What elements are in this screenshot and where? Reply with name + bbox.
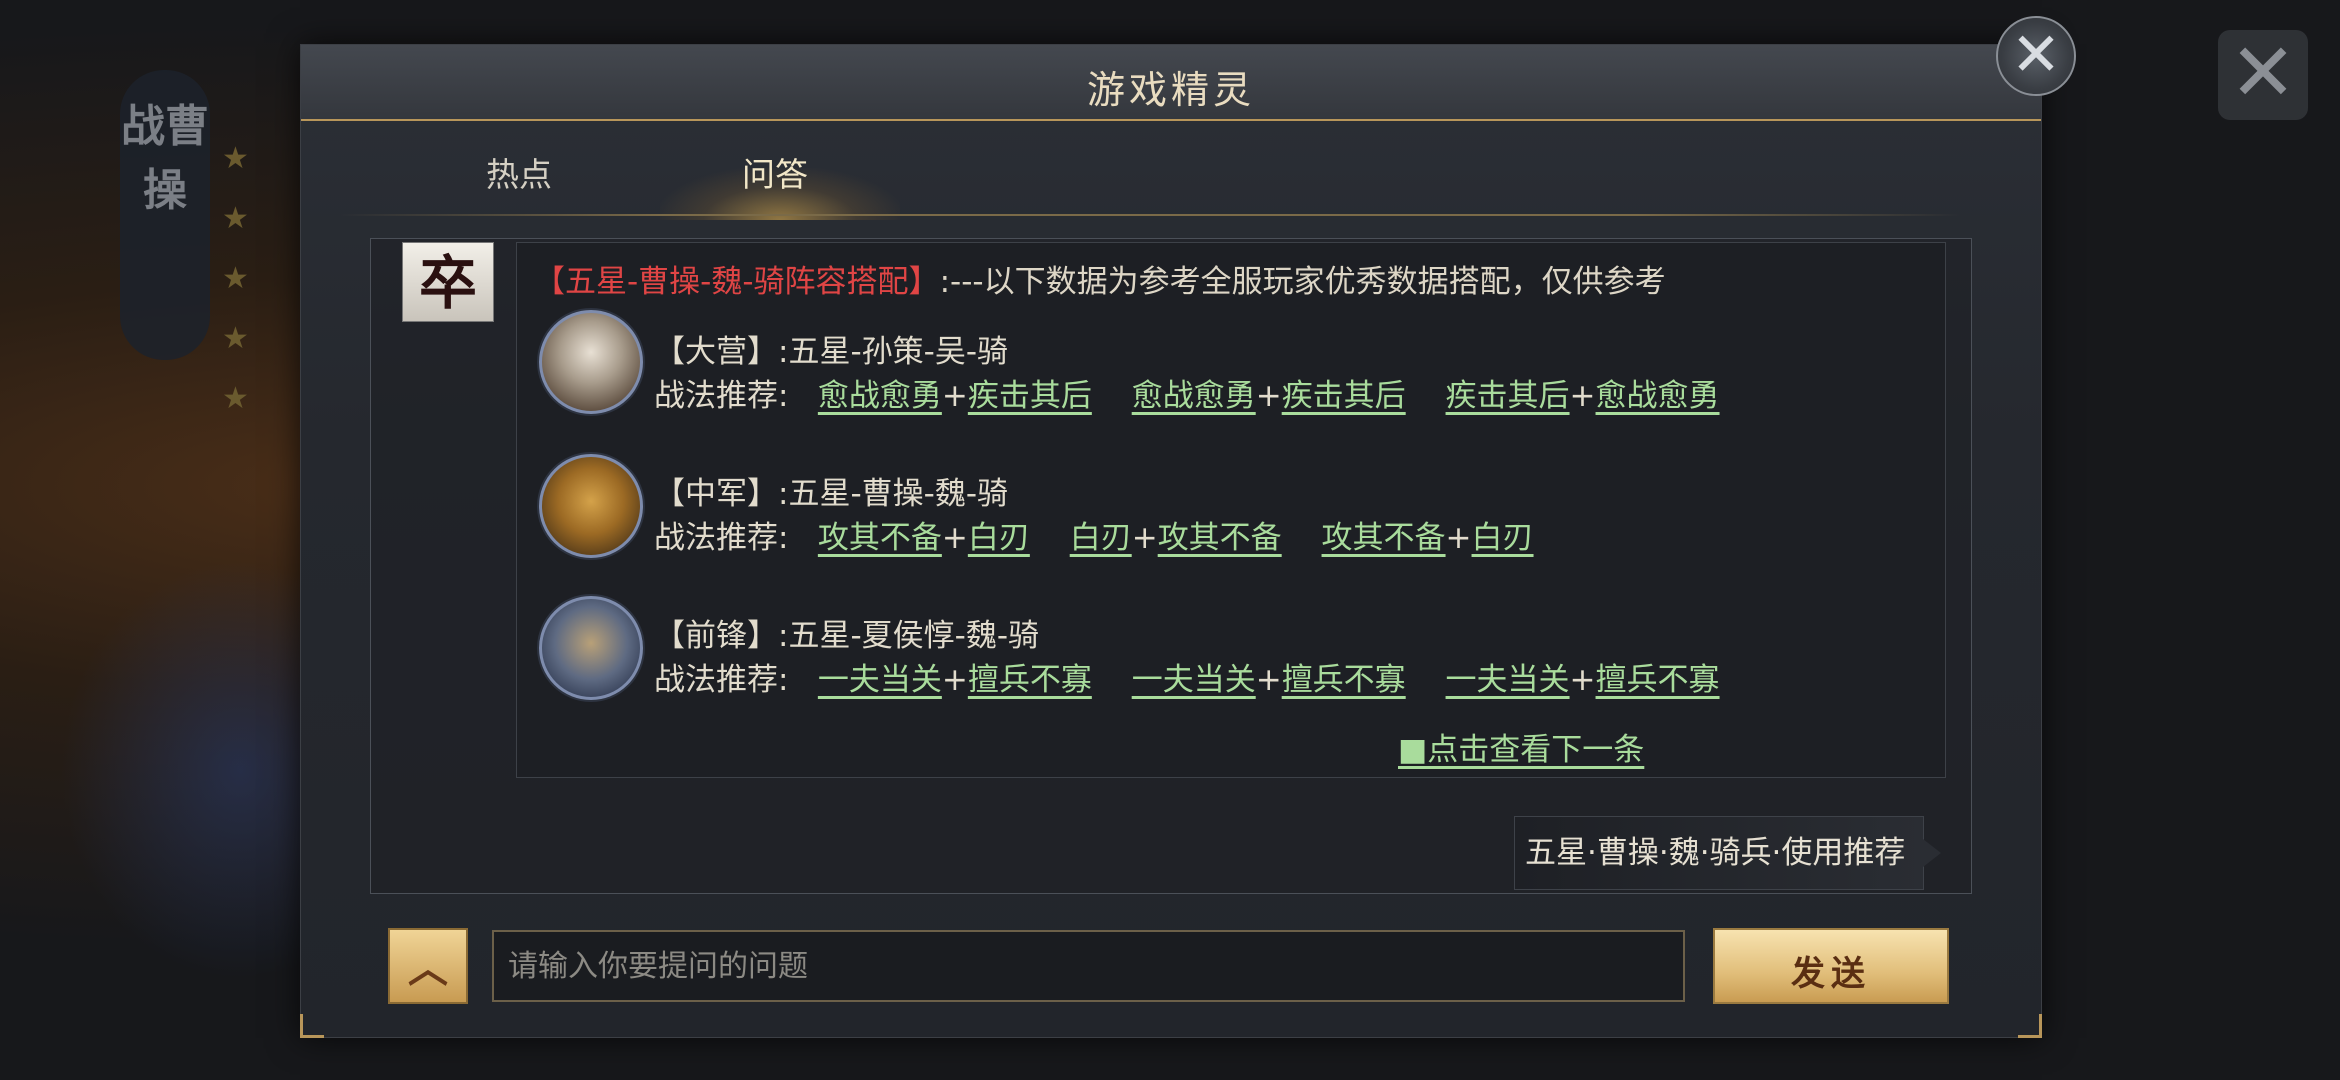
tactic-link[interactable]: 攻其不备 [1158, 520, 1282, 556]
tactic-link[interactable]: 擅兵不寡 [968, 662, 1092, 698]
bot-avatar: 卒 [402, 242, 494, 322]
tactic-link[interactable]: 白刃 [1070, 520, 1132, 556]
headline-text: :---以下数据为参考全服玩家优秀数据搭配，仅供参考 [939, 264, 1666, 300]
tactic-link[interactable]: 一夫当关 [1446, 662, 1570, 698]
hero-portrait-cao-cao[interactable] [539, 454, 643, 558]
tactic-row: 战法推荐: 攻其不备+白刃 白刃+攻其不备 攻其不备+白刃 [654, 512, 1564, 557]
star-icon: ★ [222, 321, 249, 356]
next-item-link[interactable]: ■点击查看下一条 [1398, 724, 1644, 769]
expand-button[interactable]: ︿ [388, 928, 468, 1004]
send-button-label: 发送 [1791, 954, 1871, 994]
plus-sign: + [1255, 662, 1282, 698]
tactic-link[interactable]: 疾击其后 [1282, 378, 1406, 414]
tactic-row: 战法推荐: 愈战愈勇+疾击其后 愈战愈勇+疾击其后 疾击其后+愈战愈勇 [654, 370, 1750, 415]
plus-sign: + [1445, 520, 1472, 556]
hero-portrait-sun-ce[interactable] [539, 310, 643, 414]
close-button[interactable]: ✕ [1996, 16, 2076, 96]
background-close-icon: ✕ [2218, 30, 2308, 120]
hero-portrait-xiahou-dun[interactable] [539, 596, 643, 700]
tactic-row: 战法推荐: 一夫当关+擅兵不寡 一夫当关+擅兵不寡 一夫当关+擅兵不寡 [654, 654, 1750, 699]
tab-hot[interactable]: 热点 [486, 148, 552, 196]
background-banner: 战曹操 [120, 70, 210, 360]
hero-position-title: 【前锋】:五星-夏侯惇-魏-骑 [654, 618, 1040, 654]
plus-sign: + [1255, 378, 1282, 414]
tactic-combo: 攻其不备+白刃 [1322, 512, 1534, 557]
plus-sign: + [941, 378, 968, 414]
tactic-combo: 疾击其后+愈战愈勇 [1446, 370, 1720, 415]
tab-divider [340, 214, 1960, 216]
tactic-link[interactable]: 疾击其后 [1446, 378, 1570, 414]
dialog-corner-ornament [300, 1014, 324, 1038]
question-input[interactable] [492, 930, 1685, 1002]
plus-sign: + [1131, 520, 1158, 556]
star-icon: ★ [222, 261, 249, 296]
tactic-label: 战法推荐: [654, 378, 789, 414]
hero-position-title: 【大营】:五星-孙策-吴-骑 [654, 334, 1009, 370]
tactic-link[interactable]: 白刃 [968, 520, 1030, 556]
tactic-combo: 攻其不备+白刃 [818, 512, 1030, 557]
tactic-link[interactable]: 疾击其后 [968, 378, 1092, 414]
tactic-link[interactable]: 擅兵不寡 [1282, 662, 1406, 698]
tactic-label: 战法推荐: [654, 520, 789, 556]
star-icon: ★ [222, 141, 249, 176]
tactic-label: 战法推荐: [654, 662, 789, 698]
plus-sign: + [1569, 662, 1596, 698]
headline-tag: 【五星-曹操-魏-骑阵容搭配】 [534, 264, 940, 300]
tactic-combo: 一夫当关+擅兵不寡 [1132, 654, 1406, 699]
message-headline: 【五星-曹操-魏-骑阵容搭配】:---以下数据为参考全服玩家优秀数据搭配，仅供参… [534, 256, 1666, 301]
tactic-link[interactable]: 一夫当关 [1132, 662, 1256, 698]
tactic-link[interactable]: 一夫当关 [818, 662, 942, 698]
tactic-combo: 愈战愈勇+疾击其后 [1132, 370, 1406, 415]
tactic-link[interactable]: 愈战愈勇 [818, 378, 942, 414]
tab-qa[interactable]: 问答 [742, 148, 808, 196]
bot-avatar-char: 卒 [418, 249, 477, 317]
tactic-combo: 一夫当关+擅兵不寡 [818, 654, 1092, 699]
tactic-combo: 白刃+攻其不备 [1070, 512, 1282, 557]
send-button[interactable]: 发送 [1713, 928, 1949, 1004]
tactic-combo: 愈战愈勇+疾击其后 [818, 370, 1092, 415]
tactic-link[interactable]: 擅兵不寡 [1596, 662, 1720, 698]
tactic-link[interactable]: 愈战愈勇 [1596, 378, 1720, 414]
plus-sign: + [1569, 378, 1596, 414]
tactic-link[interactable]: 愈战愈勇 [1132, 378, 1256, 414]
tactic-link[interactable]: 攻其不备 [818, 520, 942, 556]
plus-sign: + [941, 662, 968, 698]
tactic-link[interactable]: 攻其不备 [1322, 520, 1446, 556]
tactic-combo: 一夫当关+擅兵不寡 [1446, 654, 1720, 699]
hero-position-title: 【中军】:五星-曹操-魏-骑 [654, 476, 1009, 512]
dialog-title: 游戏精灵 [1086, 68, 1255, 112]
crossed-swords-close-icon: ✕ [2010, 20, 2062, 90]
background-banner-text: 战曹操 [121, 101, 209, 216]
dialog-corner-ornament [2018, 1014, 2042, 1038]
chevron-up-icon: ︿ [408, 946, 448, 992]
star-icon: ★ [222, 201, 249, 236]
star-icon: ★ [222, 381, 249, 416]
plus-sign: + [941, 520, 968, 556]
tactic-link[interactable]: 白刃 [1472, 520, 1534, 556]
suggested-question[interactable]: 五星·曹操·魏·骑兵·使用推荐 [1514, 816, 1941, 890]
dialog-header: 游戏精灵 [301, 45, 2041, 121]
